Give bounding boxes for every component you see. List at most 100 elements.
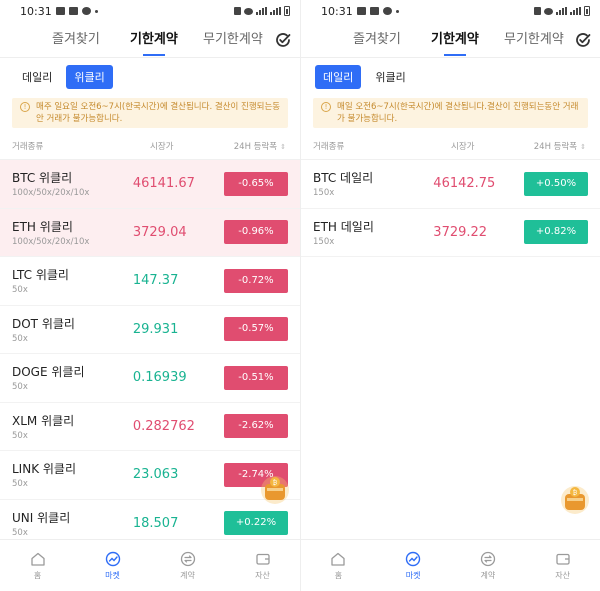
leverage: 150x (313, 236, 335, 247)
leverage: 100x/50x/20x/10x (12, 236, 90, 247)
svg-text:₿: ₿ (573, 490, 578, 497)
market-price: 18.507 (132, 515, 179, 531)
nav-contract[interactable]: 계약 (451, 540, 526, 591)
change-badge: +0.22% (224, 511, 288, 536)
tab-perpetual[interactable]: 무기한계약 (203, 22, 263, 58)
subtab-weekly[interactable]: 위클리 (66, 65, 113, 89)
signal-icon (256, 7, 267, 15)
phone-weekly: 10:31 즐겨찾기 기한계약 무기한계약 데일리 위클리 ! 매주 일요일 오… (0, 0, 300, 591)
subtab-daily[interactable]: 데일리 (315, 65, 362, 89)
change-badge: -0.65% (224, 171, 288, 196)
history-check-icon[interactable] (574, 31, 592, 49)
tab-favorites[interactable]: 즐겨찾기 (52, 22, 100, 58)
market-price: 0.282762 (132, 418, 195, 434)
gallery-icon (356, 7, 366, 15)
market-price: 3729.04 (132, 224, 187, 240)
leverage: 50x (12, 333, 28, 344)
nav-label: 홈 (334, 570, 343, 580)
signal-icon (556, 7, 567, 15)
signal2-icon (270, 7, 281, 15)
status-bar: 10:31 (0, 0, 300, 22)
event-bag-icon[interactable]: ₿ (556, 480, 594, 518)
notice-text: 매주 일요일 오전6~7시(한국시간)에 결산됩니다. 결산이 진행되는동안 거… (36, 102, 281, 124)
change-badge: -0.96% (224, 220, 288, 245)
status-time: 10:31 (20, 4, 52, 18)
header-change[interactable]: 24H 등락폭 ⇕ (217, 140, 288, 152)
sub-tabs: 데일리 위클리 (0, 58, 300, 96)
top-tabs: 즐겨찾기 기한계약 무기한계약 (0, 22, 300, 58)
event-bag-icon[interactable]: ₿ (256, 470, 294, 508)
info-icon: ! (20, 102, 30, 112)
contract-name: DOT 위클리 (12, 316, 75, 331)
home-icon (331, 552, 346, 566)
market-price: 0.16939 (132, 370, 187, 386)
contract-name: UNI 위클리 (12, 510, 71, 525)
nav-home[interactable]: 홈 (301, 540, 376, 591)
svg-text:₿: ₿ (273, 480, 278, 487)
wallet-icon (555, 553, 570, 565)
header-name: 거래종류 (313, 141, 345, 152)
table-row[interactable]: LTC 위클리 50x 147.37 -0.72% (0, 257, 300, 306)
contract-icon (480, 551, 496, 566)
table-row[interactable]: ETH 위클리 100x/50x/20x/10x 3729.04 -0.96% (0, 208, 300, 257)
subtab-weekly[interactable]: 위클리 (367, 65, 413, 89)
nav-label: 마켓 (105, 570, 120, 580)
sub-tabs: 데일리 위클리 (301, 58, 600, 96)
leverage: 50x (12, 285, 28, 296)
table-row[interactable]: DOGE 위클리 50x 0.16939 -0.51% (0, 354, 300, 403)
nav-label: 마켓 (405, 570, 421, 580)
battery-icon (584, 6, 590, 16)
chat-icon (81, 7, 91, 15)
change-badge: -0.57% (224, 317, 288, 342)
contract-name: LTC 위클리 (12, 268, 69, 283)
table-row[interactable]: BTC 위클리 100x/50x/20x/10x 46141.67 -0.65% (0, 160, 300, 209)
nav-assets[interactable]: 자산 (225, 540, 300, 591)
wifi-icon (244, 7, 253, 15)
home-icon (30, 552, 45, 566)
mute-icon (234, 7, 241, 15)
subtab-daily[interactable]: 데일리 (14, 65, 60, 89)
change-badge: -0.51% (224, 365, 288, 390)
tab-favorites[interactable]: 즐겨찾기 (353, 22, 401, 58)
history-check-icon[interactable] (274, 31, 292, 49)
leverage: 100x/50x/20x/10x (12, 188, 90, 199)
market-price: 46141.67 (132, 176, 195, 192)
header-price: 시장가 (451, 141, 475, 152)
change-badge: +0.82% (524, 220, 588, 245)
info-icon: ! (321, 102, 331, 112)
wallet-icon (255, 553, 270, 565)
table-row[interactable]: BTC 데일리 150x 46142.75 +0.50% (301, 160, 600, 209)
top-tabs: 즐겨찾기 기한계약 무기한계약 (301, 22, 600, 58)
youtube-icon (68, 7, 78, 15)
leverage: 150x (313, 188, 335, 199)
bottom-nav: 홈 마켓 계약 자산 (0, 539, 300, 591)
phone-daily: 10:31 즐겨찾기 기한계약 무기한계약 데일리 위클리 ! 매일 오전6~7… (300, 0, 600, 591)
contract-name: DOGE 위클리 (12, 365, 85, 380)
tab-perpetual[interactable]: 무기한계약 (504, 22, 564, 58)
contract-name: LINK 위클리 (12, 462, 77, 477)
nav-home[interactable]: 홈 (0, 540, 75, 591)
nav-contract[interactable]: 계약 (150, 540, 225, 591)
market-price: 3729.22 (433, 224, 488, 240)
table-row[interactable]: LINK 위클리 50x 23.063 -2.74% (0, 451, 300, 500)
table-row[interactable]: XLM 위클리 50x 0.282762 -2.62% (0, 403, 300, 451)
market-price: 29.931 (132, 321, 179, 337)
nav-market[interactable]: 마켓 (376, 540, 451, 591)
header-change-label: 24H 등락폭 (233, 141, 278, 152)
sort-icon: ⇕ (580, 142, 586, 151)
table-row[interactable]: ETH 데일리 150x 3729.22 +0.82% (301, 209, 600, 257)
nav-market[interactable]: 마켓 (75, 540, 150, 591)
status-bar: 10:31 (301, 0, 600, 22)
table-row[interactable]: DOT 위클리 50x 29.931 -0.57% (0, 306, 300, 354)
signal2-icon (570, 7, 581, 15)
list-header: 거래종류 시장가 24H 등락폭 ⇕ (301, 132, 600, 160)
tab-futures[interactable]: 기한계약 (431, 22, 479, 58)
header-change[interactable]: 24H 등락폭 ⇕ (518, 140, 588, 152)
tab-futures[interactable]: 기한계약 (130, 22, 178, 58)
leverage: 50x (12, 382, 28, 393)
nav-assets[interactable]: 자산 (525, 540, 600, 591)
nav-label: 자산 (255, 570, 270, 580)
market-icon (405, 551, 421, 566)
contract-list: BTC 데일리 150x 46142.75 +0.50% ETH 데일리 150x … (301, 160, 600, 257)
dot-icon (94, 9, 98, 13)
